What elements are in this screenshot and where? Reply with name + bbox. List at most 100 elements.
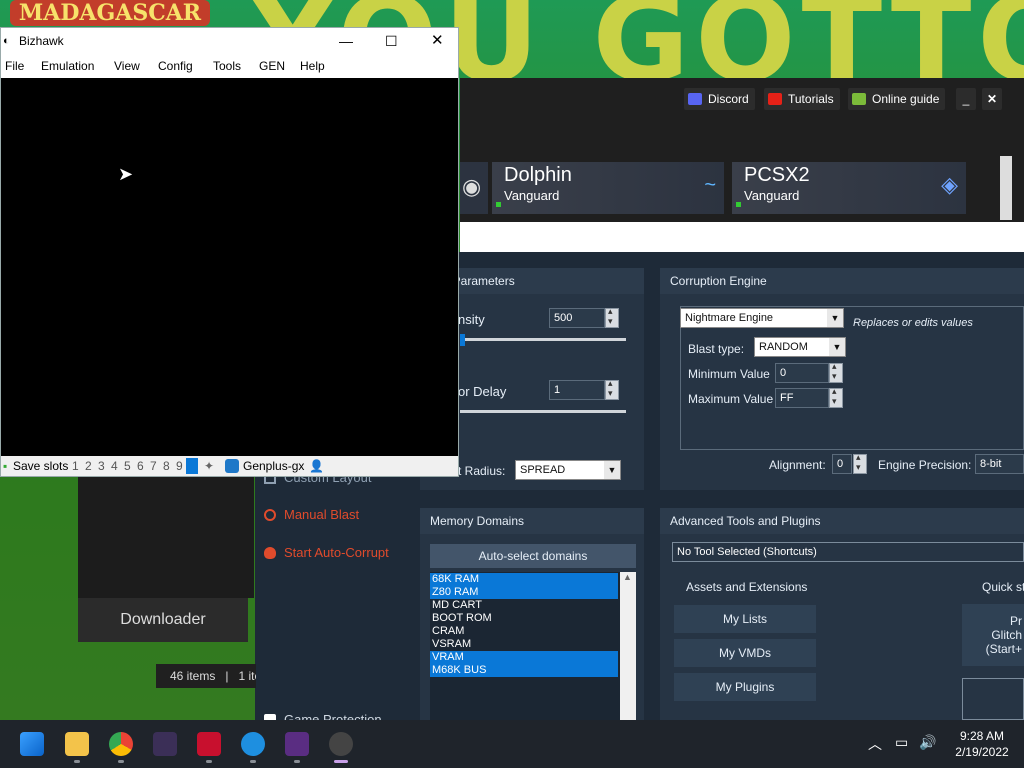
list-scrollbar[interactable]: ▲ [620, 572, 636, 720]
error-delay-slider[interactable] [460, 410, 626, 413]
dolphin-card[interactable]: Dolphin Vanguard ~ [492, 162, 724, 214]
list-item[interactable]: BOOT ROM [430, 612, 618, 625]
blast-radius-select[interactable]: SPREAD ▼ [515, 460, 621, 480]
list-item[interactable]: CRAM [430, 625, 618, 638]
vanguard-card-partial[interactable]: ◉ [460, 162, 488, 214]
running-indicator [250, 760, 256, 763]
discord-button[interactable]: Discord [684, 88, 755, 110]
minimum-value-input[interactable]: 0 [775, 363, 829, 383]
save-slot[interactable]: 6 [137, 456, 144, 476]
status-dot [736, 202, 741, 207]
save-slot[interactable]: 3 [98, 456, 105, 476]
auto-corrupt-label: Start Auto-Corrupt [284, 545, 389, 560]
save-slot[interactable]: 9 [176, 456, 183, 476]
save-slot[interactable]: 5 [124, 456, 131, 476]
intensity-spinner[interactable] [605, 306, 619, 328]
controller-icon: ✦ [204, 459, 215, 473]
window-title: Bizhawk [19, 34, 64, 48]
edge-icon[interactable] [241, 732, 265, 756]
menu-file[interactable]: File [5, 54, 24, 78]
manual-blast-item[interactable]: Manual Blast [264, 507, 359, 522]
alignment-spinner[interactable] [853, 452, 867, 474]
list-item[interactable]: Z80 RAM [430, 586, 618, 599]
start-icon[interactable] [20, 732, 44, 756]
list-item[interactable]: 68K RAM [430, 573, 618, 586]
intensity-slider[interactable] [460, 338, 626, 341]
save-slot[interactable]: 7 [150, 456, 157, 476]
pcsx2-title: PCSX2 [744, 164, 810, 186]
close-rtc-button[interactable]: ✕ [982, 88, 1002, 110]
menu-tools[interactable]: Tools [213, 54, 241, 78]
engine-select[interactable]: Nightmare Engine ▼ [680, 308, 844, 328]
my-lists-button[interactable]: My Lists [674, 605, 816, 633]
tutorials-button[interactable]: Tutorials [764, 88, 840, 110]
menu-emulation[interactable]: Emulation [41, 54, 94, 78]
pcsx2-card[interactable]: PCSX2 Vanguard ◈ [732, 162, 966, 214]
blast-type-select[interactable]: RANDOM ▼ [754, 337, 846, 357]
save-slot[interactable]: 1 [72, 456, 79, 476]
my-plugins-button[interactable]: My Plugins [674, 673, 816, 701]
glitch-harvester-button[interactable]: Pr Glitch (Start+ [962, 604, 1024, 666]
rtc-icon[interactable] [329, 732, 353, 756]
mcafee-icon[interactable] [197, 732, 221, 756]
menu-gen[interactable]: GEN [259, 54, 285, 78]
chevron-up-icon[interactable]: ︿ [868, 734, 882, 754]
memory-domain-list[interactable]: 68K RAM Z80 RAM MD CART BOOT ROM CRAM VS… [430, 572, 636, 720]
list-item[interactable]: VRAM [430, 651, 618, 664]
blast-radius-label: t Radius: [458, 464, 506, 478]
menu-help[interactable]: Help [300, 54, 325, 78]
vanguard-logo-icon: ◉ [462, 174, 482, 199]
minimum-value-spinner[interactable] [829, 361, 843, 383]
active-indicator [334, 760, 348, 763]
bizhawk-logo-icon: ◐ [3, 35, 10, 47]
auto-select-domains-button[interactable]: Auto-select domains [430, 544, 636, 568]
save-slot[interactable]: 8 [163, 456, 170, 476]
maximize-icon[interactable]: ☐ [385, 28, 398, 54]
close-icon[interactable]: ✕ [431, 28, 444, 54]
intensity-input[interactable]: 500 [549, 308, 605, 328]
maximum-value-input[interactable]: FF [775, 388, 829, 408]
tool-shortcut-select[interactable]: No Tool Selected (Shortcuts) [672, 542, 1024, 562]
maximum-value-spinner[interactable] [829, 386, 843, 408]
error-delay-spinner[interactable] [605, 378, 619, 400]
error-delay-input[interactable]: 1 [549, 380, 605, 400]
downloader-folder[interactable]: Downloader [78, 598, 248, 642]
system-clock[interactable]: 9:28 AM 2/19/2022 [940, 728, 1024, 760]
app-icon[interactable] [153, 732, 177, 756]
list-item[interactable]: VSRAM [430, 638, 618, 651]
minimize-rtc-button[interactable]: _ [956, 88, 976, 110]
volume-icon[interactable]: 🔊 [919, 734, 936, 751]
list-item[interactable]: M68K BUS [430, 664, 618, 677]
quick-start-box[interactable] [962, 678, 1024, 720]
file-explorer-icon[interactable] [65, 732, 89, 756]
online-guide-button[interactable]: Online guide [848, 88, 946, 110]
engine-precision-select[interactable]: 8-bit [975, 454, 1024, 474]
bizhawk-titlebar[interactable]: ◐ Bizhawk — ☐ ✕ [1, 28, 458, 54]
running-indicator [206, 760, 212, 763]
auto-corrupt-item[interactable]: Start Auto-Corrupt [264, 545, 389, 560]
intensity-label: nsity [458, 312, 485, 327]
advanced-tools-header: Advanced Tools and Plugins [660, 508, 1024, 534]
clock-time: 9:28 AM [959, 729, 1005, 743]
my-vmds-button[interactable]: My VMDs [674, 639, 816, 667]
emulator-screen[interactable]: ➤ [1, 78, 458, 456]
minimize-icon[interactable]: — [339, 28, 353, 54]
list-item[interactable]: MD CART [430, 599, 618, 612]
intensity-slider-thumb[interactable] [460, 334, 465, 346]
save-slot[interactable]: 2 [85, 456, 92, 476]
menu-config[interactable]: Config [158, 54, 193, 78]
chevron-down-icon: ▼ [604, 461, 620, 479]
save-slot[interactable]: 4 [111, 456, 118, 476]
chrome-icon[interactable] [109, 732, 133, 756]
assets-extensions-label: Assets and Extensions [686, 580, 808, 594]
menu-view[interactable]: View [114, 54, 140, 78]
memory-domains-panel: Memory Domains Auto-select domains 68K R… [420, 508, 644, 720]
memory-domains-header: Memory Domains [420, 508, 644, 534]
game-app-icon[interactable] [285, 732, 309, 756]
selected-count: 1 ite [238, 669, 256, 683]
blast-type-value: RANDOM [759, 341, 808, 353]
network-icon[interactable]: ▭ [895, 734, 908, 751]
alignment-input[interactable]: 0 [832, 454, 852, 474]
scrollbar[interactable] [1000, 156, 1012, 220]
explorer-background [78, 477, 254, 598]
